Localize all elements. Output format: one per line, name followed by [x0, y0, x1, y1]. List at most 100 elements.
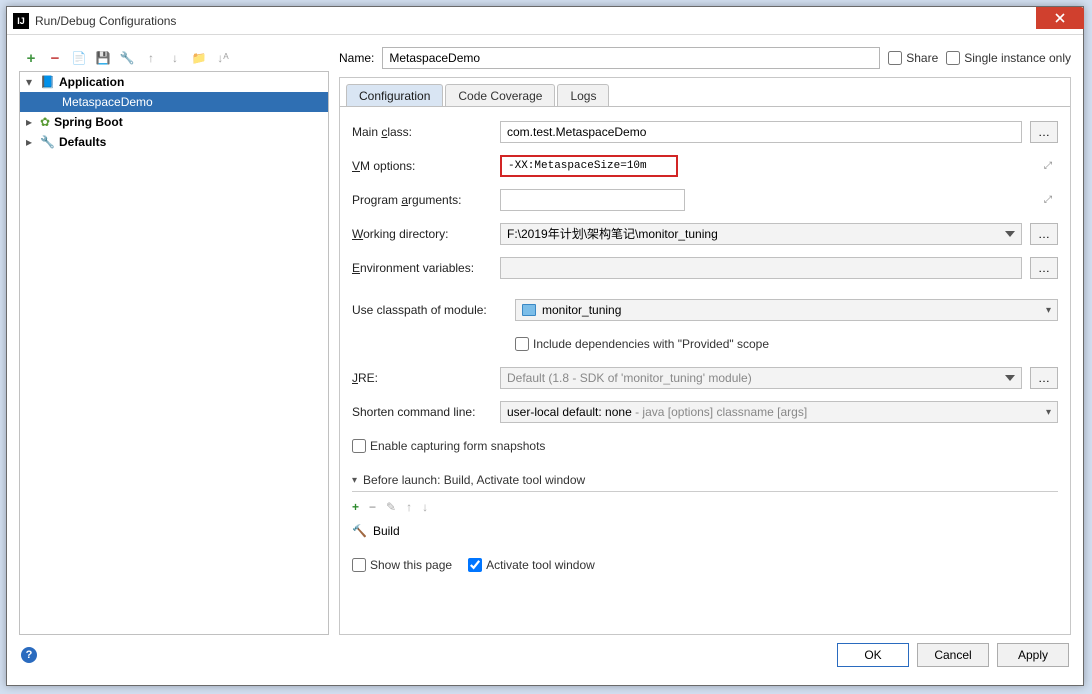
- shorten-select[interactable]: user-local default: none - java [options…: [500, 401, 1058, 423]
- before-launch-options: Show this page Activate tool window: [352, 550, 1058, 580]
- before-launch-header[interactable]: ▾ Before launch: Build, Activate tool wi…: [352, 473, 1058, 492]
- collapse-icon[interactable]: ▾: [26, 75, 36, 89]
- tabs: Configuration Code Coverage Logs: [340, 78, 1070, 107]
- spring-icon: ✿: [40, 115, 50, 129]
- before-launch-section: ▾ Before launch: Build, Activate tool wi…: [352, 473, 1058, 580]
- settings-icon[interactable]: 🔧: [119, 50, 135, 66]
- config-tree[interactable]: ▾ 📘 Application MetaspaceDemo ▸ ✿ Spring…: [19, 71, 329, 635]
- tab-code-coverage[interactable]: Code Coverage: [445, 84, 555, 107]
- up-icon[interactable]: ↑: [406, 500, 412, 514]
- down-icon[interactable]: ↓: [167, 50, 183, 66]
- sort-icon[interactable]: ↓ᴬ: [215, 50, 231, 66]
- jre-label: JRE:: [352, 371, 492, 385]
- before-launch-toolbar: + − ✎ ↑ ↓: [352, 498, 1058, 520]
- include-deps-checkbox[interactable]: Include dependencies with "Provided" sco…: [515, 337, 769, 351]
- env-vars-input[interactable]: [500, 257, 1022, 279]
- tab-body: Main class: … VM options: ⤢: [340, 106, 1070, 634]
- program-args-input[interactable]: [500, 189, 685, 211]
- down-icon[interactable]: ↓: [422, 500, 428, 514]
- remove-icon[interactable]: −: [369, 500, 376, 514]
- dialog-body: + − 📄 💾 🔧 ↑ ↓ 📁 ↓ᴬ ▾ 📘 Application: [7, 35, 1083, 685]
- jre-select[interactable]: Default (1.8 - SDK of 'monitor_tuning' m…: [500, 367, 1022, 389]
- chevron-down-icon: ▾: [1046, 305, 1051, 316]
- activate-window-checkbox[interactable]: Activate tool window: [468, 558, 595, 572]
- module-row: Use classpath of module: monitor_tuning …: [352, 295, 1058, 325]
- tree-label: Spring Boot: [54, 115, 123, 129]
- share-checkbox[interactable]: Share: [888, 51, 938, 65]
- dialog-footer: ? OK Cancel Apply: [19, 635, 1071, 675]
- expand-icon[interactable]: ⤢: [1044, 161, 1052, 172]
- include-deps-row: Include dependencies with "Provided" sco…: [352, 329, 1058, 359]
- application-icon: 📘: [40, 75, 55, 89]
- hammer-icon: 🔨: [352, 524, 367, 538]
- program-args-row: Program arguments: ⤢: [352, 185, 1058, 215]
- add-icon[interactable]: +: [352, 500, 359, 514]
- edit-icon[interactable]: ✎: [386, 500, 396, 514]
- enable-snapshots-row: Enable capturing form snapshots: [352, 431, 1058, 461]
- name-input[interactable]: [382, 47, 880, 69]
- tree-node-springboot[interactable]: ▸ ✿ Spring Boot: [20, 112, 328, 132]
- remove-icon[interactable]: −: [47, 50, 63, 66]
- working-dir-input[interactable]: F:\2019年计划\架构笔记\monitor_tuning: [500, 223, 1022, 245]
- collapse-icon: ▾: [352, 475, 357, 486]
- cancel-button[interactable]: Cancel: [917, 643, 989, 667]
- show-page-checkbox[interactable]: Show this page: [352, 558, 452, 572]
- tree-label: Application: [59, 75, 124, 89]
- working-dir-label: Working directory:: [352, 227, 492, 241]
- env-vars-row: Environment variables: …: [352, 253, 1058, 283]
- main-row: + − 📄 💾 🔧 ↑ ↓ 📁 ↓ᴬ ▾ 📘 Application: [19, 45, 1071, 635]
- build-task-row[interactable]: 🔨 Build: [352, 520, 1058, 542]
- main-class-browse-button[interactable]: …: [1030, 121, 1058, 143]
- ok-button[interactable]: OK: [837, 643, 909, 667]
- env-vars-browse-button[interactable]: …: [1030, 257, 1058, 279]
- build-task-label: Build: [373, 524, 400, 538]
- enable-snapshots-checkbox[interactable]: Enable capturing form snapshots: [352, 439, 545, 453]
- shorten-row: Shorten command line: user-local default…: [352, 397, 1058, 427]
- single-instance-checkbox[interactable]: Single instance only: [946, 51, 1071, 65]
- chevron-down-icon: ▾: [1046, 407, 1051, 418]
- left-column: + − 📄 💾 🔧 ↑ ↓ 📁 ↓ᴬ ▾ 📘 Application: [19, 45, 329, 635]
- tree-label: MetaspaceDemo: [62, 95, 153, 109]
- main-class-label: Main class:: [352, 125, 492, 139]
- apply-button[interactable]: Apply: [997, 643, 1069, 667]
- tree-label: Defaults: [59, 135, 106, 149]
- tab-configuration[interactable]: Configuration: [346, 84, 443, 107]
- module-select[interactable]: monitor_tuning ▾: [515, 299, 1058, 321]
- jre-browse-button[interactable]: …: [1030, 367, 1058, 389]
- close-button[interactable]: [1036, 7, 1084, 29]
- dialog-window: IJ Run/Debug Configurations + − 📄 💾 🔧 ↑ …: [6, 6, 1084, 686]
- expand-icon[interactable]: ⤢: [1044, 195, 1052, 206]
- vm-options-label: VM options:: [352, 159, 492, 173]
- main-class-input[interactable]: [500, 121, 1022, 143]
- module-label: Use classpath of module:: [352, 303, 507, 317]
- jre-row: JRE: Default (1.8 - SDK of 'monitor_tuni…: [352, 363, 1058, 393]
- module-icon: [522, 304, 536, 316]
- save-icon[interactable]: 💾: [95, 50, 111, 66]
- app-icon: IJ: [13, 13, 29, 29]
- tree-node-defaults[interactable]: ▸ 🔧 Defaults: [20, 132, 328, 152]
- window-title: Run/Debug Configurations: [35, 14, 1036, 28]
- expand-icon[interactable]: ▸: [26, 135, 36, 149]
- tab-logs[interactable]: Logs: [557, 84, 609, 107]
- name-label: Name:: [339, 51, 374, 65]
- expand-icon[interactable]: ▸: [26, 115, 36, 129]
- folder-icon[interactable]: 📁: [191, 50, 207, 66]
- right-column: Name: Share Single instance only Configu…: [339, 45, 1071, 635]
- titlebar: IJ Run/Debug Configurations: [7, 7, 1083, 35]
- wrench-icon: 🔧: [40, 135, 55, 149]
- close-icon: [1055, 13, 1065, 23]
- copy-icon[interactable]: 📄: [71, 50, 87, 66]
- tree-node-application[interactable]: ▾ 📘 Application: [20, 72, 328, 92]
- footer-buttons: OK Cancel Apply: [837, 643, 1069, 667]
- add-icon[interactable]: +: [23, 50, 39, 66]
- tree-node-metaspacedemo[interactable]: MetaspaceDemo: [20, 92, 328, 112]
- vm-options-input[interactable]: [500, 155, 678, 177]
- up-icon[interactable]: ↑: [143, 50, 159, 66]
- working-dir-row: Working directory: F:\2019年计划\架构笔记\monit…: [352, 219, 1058, 249]
- help-button[interactable]: ?: [21, 647, 37, 663]
- left-toolbar: + − 📄 💾 🔧 ↑ ↓ 📁 ↓ᴬ: [19, 45, 329, 71]
- main-class-row: Main class: …: [352, 117, 1058, 147]
- shorten-value: user-local default: none - java [options…: [507, 405, 807, 419]
- working-dir-browse-button[interactable]: …: [1030, 223, 1058, 245]
- program-args-label: Program arguments:: [352, 193, 492, 207]
